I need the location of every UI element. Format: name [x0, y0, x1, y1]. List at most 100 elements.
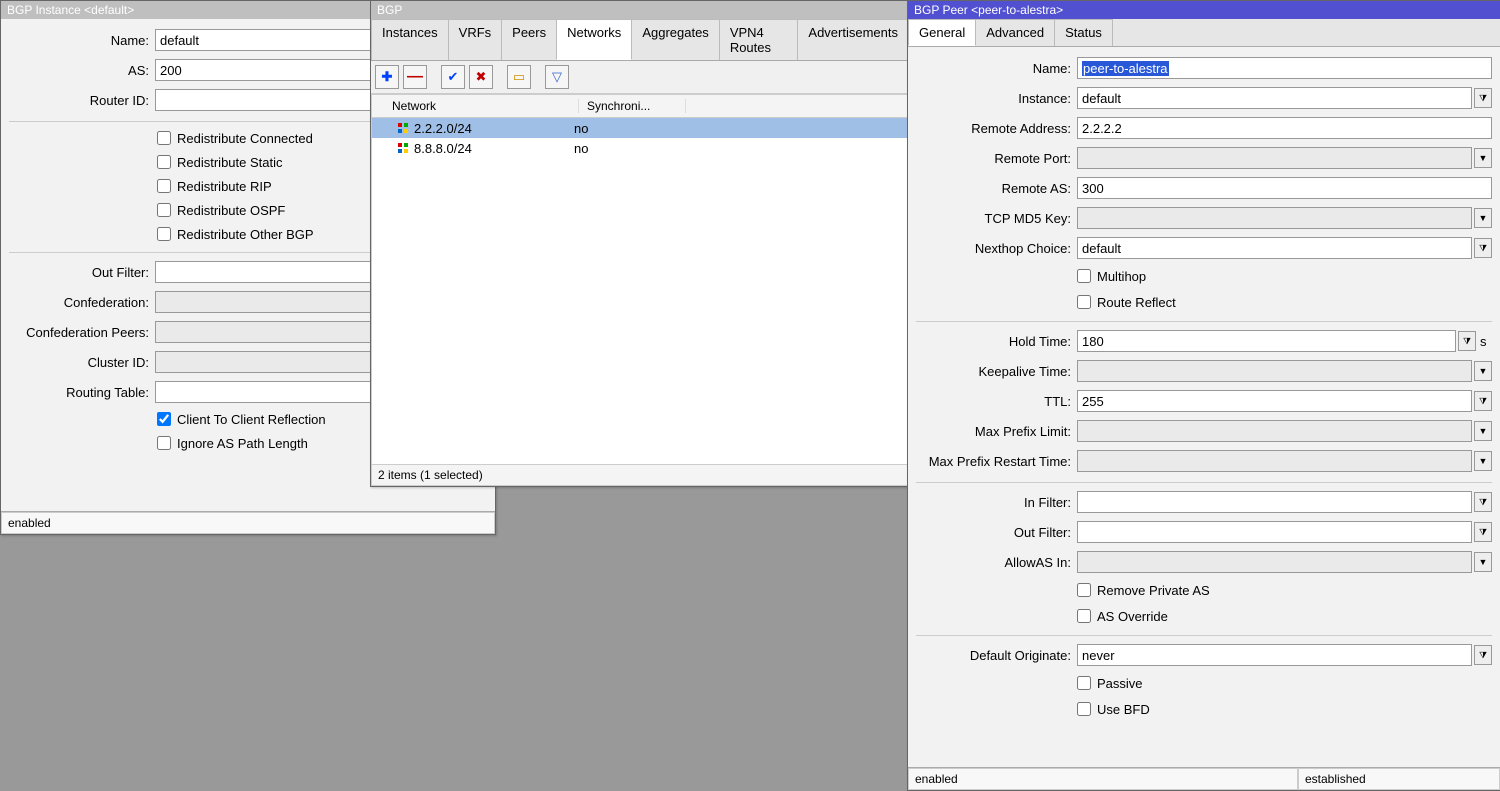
keepalive-input[interactable] — [1077, 360, 1472, 382]
remove-private-as-checkbox[interactable]: Remove Private AS — [1077, 579, 1492, 601]
tcp-md5-input[interactable] — [1077, 207, 1472, 229]
minus-icon: — — [407, 68, 423, 86]
tab-peers[interactable]: Peers — [501, 19, 557, 60]
instance-input[interactable]: default — [1077, 87, 1472, 109]
remote-port-input[interactable] — [1077, 147, 1472, 169]
in-filter-label: In Filter: — [916, 495, 1077, 510]
add-button[interactable]: ✚ — [375, 65, 399, 89]
remote-as-label: Remote AS: — [916, 181, 1077, 196]
sync-value: no — [566, 121, 672, 136]
bgp-peer-window: BGP Peer <peer-to-alestra> General Advan… — [907, 0, 1500, 791]
col-synchronize-header[interactable]: Synchroni... — [579, 99, 686, 113]
multihop-checkbox[interactable]: Multihop — [1077, 265, 1492, 287]
disable-button[interactable]: ✖ — [469, 65, 493, 89]
tab-advertisements[interactable]: Advertisements — [797, 19, 909, 60]
note-icon: ▭ — [513, 69, 525, 85]
grid-header: Network Synchroni... — [372, 95, 907, 118]
network-value: 2.2.2.0/24 — [414, 121, 472, 136]
as-override-checkbox[interactable]: AS Override — [1077, 605, 1492, 627]
tab-vpn4-routes[interactable]: VPN4 Routes — [719, 19, 799, 60]
confederation-label: Confederation: — [9, 295, 155, 310]
funnel-icon: ▽ — [552, 69, 562, 85]
separator — [916, 635, 1492, 636]
allowas-input[interactable] — [1077, 551, 1472, 573]
remote-address-label: Remote Address: — [916, 121, 1077, 136]
route-reflect-checkbox[interactable]: Route Reflect — [1077, 291, 1492, 313]
default-originate-input[interactable]: never — [1077, 644, 1472, 666]
nexthop-label: Nexthop Choice: — [916, 241, 1077, 256]
name-label: Name: — [9, 33, 155, 48]
col-network-header[interactable]: Network — [372, 99, 579, 113]
nexthop-dropdown-icon[interactable]: ⧩ — [1474, 238, 1492, 258]
hold-time-unit: s — [1476, 334, 1492, 349]
separator — [916, 482, 1492, 483]
keepalive-label: Keepalive Time: — [916, 364, 1077, 379]
grid-body: 2.2.2.0/24 no 8.8.8.0/24 no — [372, 118, 907, 464]
max-prefix-limit-input[interactable] — [1077, 420, 1472, 442]
tab-aggregates[interactable]: Aggregates — [631, 19, 720, 60]
status-enabled: enabled — [1, 512, 495, 534]
hold-time-label: Hold Time: — [916, 334, 1077, 349]
use-bfd-checkbox[interactable]: Use BFD — [1077, 698, 1492, 720]
grid-row[interactable]: 2.2.2.0/24 no — [372, 118, 907, 138]
bgp-peer-titlebar: BGP Peer <peer-to-alestra> — [908, 1, 1500, 19]
separator — [916, 321, 1492, 322]
filter-button[interactable]: ▽ — [545, 65, 569, 89]
hold-time-dropdown-icon[interactable]: ⧩ — [1458, 331, 1476, 351]
check-icon: ✔ — [448, 69, 459, 85]
cluster-id-label: Cluster ID: — [9, 355, 155, 370]
remote-address-input[interactable]: 2.2.2.2 — [1077, 117, 1492, 139]
enable-button[interactable]: ✔ — [441, 65, 465, 89]
out-filter-dropdown-icon[interactable]: ⧩ — [1474, 522, 1492, 542]
tab-networks[interactable]: Networks — [556, 19, 632, 60]
in-filter-input[interactable] — [1077, 491, 1472, 513]
remote-as-input[interactable]: 300 — [1077, 177, 1492, 199]
tab-advanced[interactable]: Advanced — [975, 19, 1055, 46]
tab-status[interactable]: Status — [1054, 19, 1113, 46]
remove-button[interactable]: — — [403, 65, 427, 89]
passive-checkbox[interactable]: Passive — [1077, 672, 1492, 694]
tab-vrfs[interactable]: VRFs — [448, 19, 503, 60]
peer-name-label: Name: — [916, 61, 1077, 76]
peer-name-input[interactable]: peer-to-alestra — [1077, 57, 1492, 79]
status-established: established — [1298, 768, 1500, 790]
max-prefix-restart-label: Max Prefix Restart Time: — [916, 454, 1077, 469]
status-enabled: enabled — [908, 768, 1298, 790]
bgp-toolbar: ✚ — ✔ ✖ ▭ ▽ — [371, 61, 908, 94]
bgp-peer-statusbar: enabled established — [908, 767, 1500, 790]
instance-label: Instance: — [916, 91, 1077, 106]
instance-dropdown-icon[interactable]: ⧩ — [1474, 88, 1492, 108]
in-filter-dropdown-icon[interactable]: ⧩ — [1474, 492, 1492, 512]
x-icon: ✖ — [476, 69, 487, 85]
comment-button[interactable]: ▭ — [507, 65, 531, 89]
bgp-instance-statusbar: enabled — [1, 511, 495, 534]
grid-row[interactable]: 8.8.8.0/24 no — [372, 138, 907, 158]
tab-instances[interactable]: Instances — [371, 19, 449, 60]
remote-port-label: Remote Port: — [916, 151, 1077, 166]
remote-port-dropdown-icon[interactable]: ▼ — [1474, 148, 1492, 168]
hold-time-input[interactable]: 180 — [1077, 330, 1456, 352]
out-filter-input[interactable] — [1077, 521, 1472, 543]
max-prefix-restart-dropdown-icon[interactable]: ▼ — [1474, 451, 1492, 471]
bgp-window: BGP Instances VRFs Peers Networks Aggreg… — [370, 0, 909, 487]
nexthop-input[interactable]: default — [1077, 237, 1472, 259]
tcp-md5-dropdown-icon[interactable]: ▼ — [1474, 208, 1492, 228]
network-value: 8.8.8.0/24 — [414, 141, 472, 156]
allowas-label: AllowAS In: — [916, 555, 1077, 570]
networks-grid[interactable]: Network Synchroni... 2.2.2.0/24 no 8.8.8… — [371, 94, 908, 486]
allowas-dropdown-icon[interactable]: ▼ — [1474, 552, 1492, 572]
ttl-input[interactable]: 255 — [1077, 390, 1472, 412]
router-id-label: Router ID: — [9, 93, 155, 108]
keepalive-dropdown-icon[interactable]: ▼ — [1474, 361, 1492, 381]
as-label: AS: — [9, 63, 155, 78]
tab-general[interactable]: General — [908, 19, 976, 46]
routing-table-label: Routing Table: — [9, 385, 155, 400]
network-icon — [398, 123, 408, 133]
default-originate-dropdown-icon[interactable]: ⧩ — [1474, 645, 1492, 665]
max-prefix-restart-input[interactable] — [1077, 450, 1472, 472]
default-originate-label: Default Originate: — [916, 648, 1077, 663]
max-prefix-limit-dropdown-icon[interactable]: ▼ — [1474, 421, 1492, 441]
bgp-tabs: Instances VRFs Peers Networks Aggregates… — [371, 19, 908, 61]
tcp-md5-label: TCP MD5 Key: — [916, 211, 1077, 226]
ttl-dropdown-icon[interactable]: ⧩ — [1474, 391, 1492, 411]
